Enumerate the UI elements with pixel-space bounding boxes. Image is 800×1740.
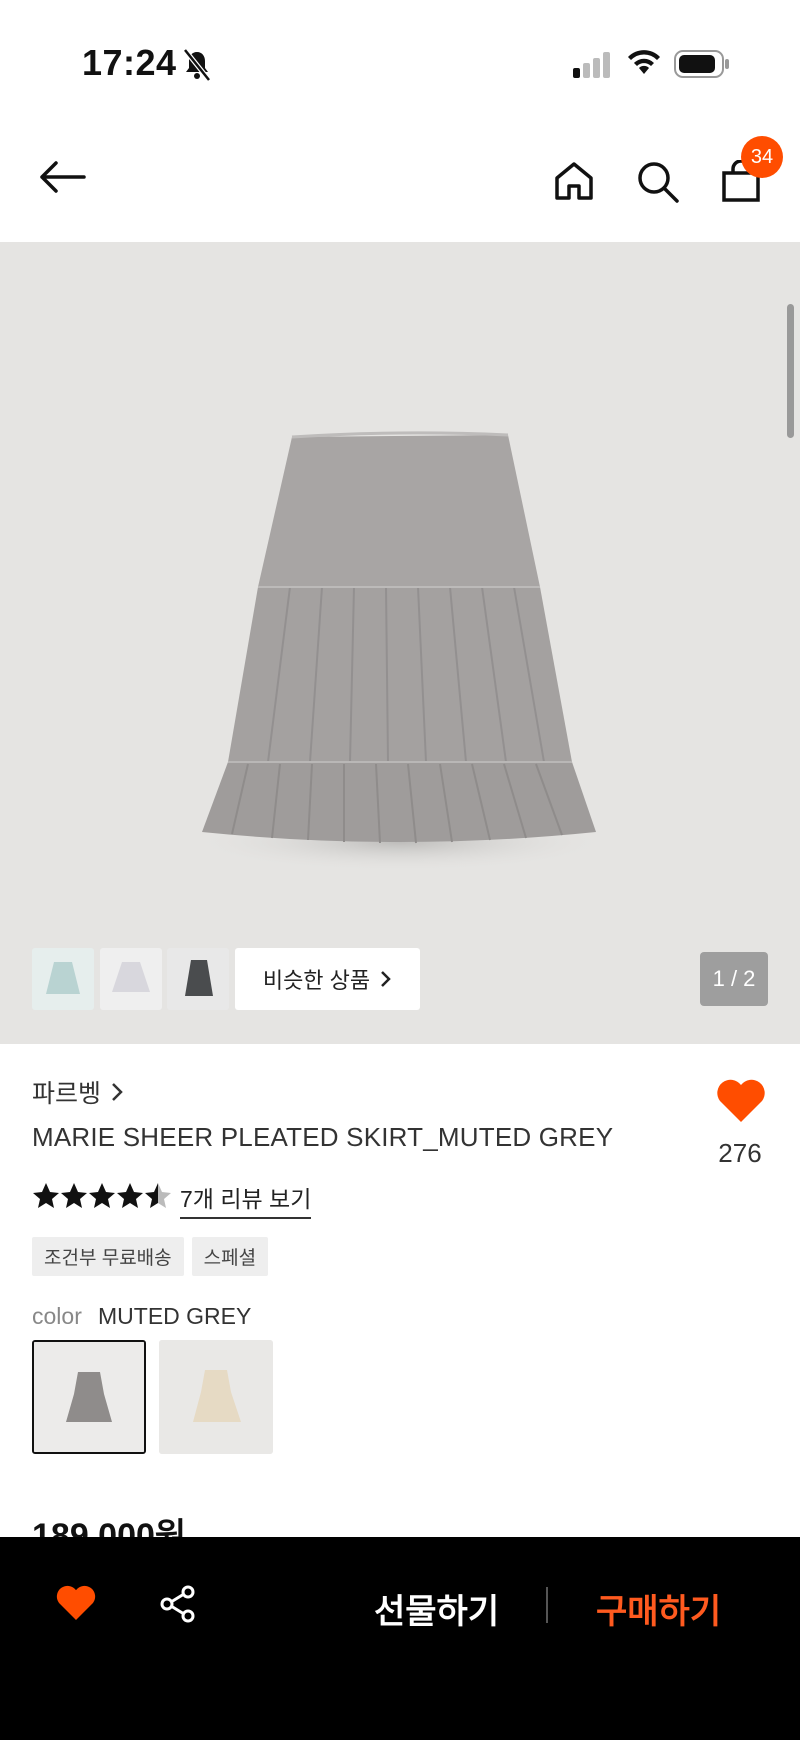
similar-products-button[interactable]: 비슷한 상품 — [235, 948, 420, 1010]
similar-products-label: 비슷한 상품 — [262, 968, 371, 993]
signal-icon — [573, 52, 610, 78]
gift-button[interactable]: 선물하기 — [374, 1584, 499, 1633]
image-pager: 1 / 2 — [700, 952, 768, 1006]
brand-link[interactable]: 파르벵 — [32, 1074, 123, 1110]
color-value: MUTED GREY — [98, 1303, 252, 1329]
color-label: color — [32, 1303, 82, 1329]
color-swatch-ivory[interactable] — [159, 1340, 273, 1454]
bell-mute-icon — [183, 48, 211, 82]
star-icon — [89, 1183, 115, 1208]
cart-count-badge: 34 — [741, 136, 783, 178]
status-time: 17:24 — [82, 42, 177, 83]
tag-free-shipping: 조건부 무료배송 — [32, 1237, 184, 1276]
search-icon[interactable] — [636, 160, 680, 204]
chevron-right-icon — [381, 971, 391, 987]
star-icon — [33, 1183, 59, 1208]
share-icon[interactable] — [158, 1584, 198, 1624]
divider — [546, 1587, 548, 1623]
scrollbar[interactable] — [787, 304, 794, 438]
battery-icon — [674, 50, 729, 78]
home-icon[interactable] — [553, 160, 595, 202]
product-image-carousel[interactable] — [0, 242, 800, 1044]
brand-name: 파르벵 — [32, 1080, 102, 1108]
heart-icon[interactable] — [715, 1078, 767, 1124]
star-icon — [145, 1183, 171, 1208]
product-name: MARIE SHEER PLEATED SKIRT_MUTED GREY — [32, 1122, 614, 1152]
wifi-icon — [628, 50, 660, 74]
review-link[interactable]: 7개 리뷰 보기 — [180, 1180, 312, 1219]
star-icon — [117, 1183, 143, 1208]
chevron-right-icon — [112, 1083, 123, 1101]
bottom-action-bar — [0, 1537, 800, 1740]
buy-button[interactable]: 구매하기 — [596, 1584, 721, 1633]
star-icon — [61, 1183, 87, 1208]
like-count: 276 — [718, 1138, 762, 1168]
skirt-image — [190, 431, 610, 872]
tag-special: 스페셜 — [191, 1237, 269, 1276]
similar-thumb-1[interactable] — [32, 948, 94, 1010]
color-swatch-grey[interactable] — [32, 1340, 146, 1454]
rating-stars — [32, 1182, 172, 1210]
heart-icon[interactable] — [55, 1584, 97, 1622]
similar-thumb-2[interactable] — [100, 948, 162, 1010]
back-arrow-icon[interactable] — [38, 160, 86, 194]
tag-list: 조건부 무료배송 스페셜 — [32, 1237, 269, 1276]
similar-thumb-3[interactable] — [167, 948, 229, 1010]
